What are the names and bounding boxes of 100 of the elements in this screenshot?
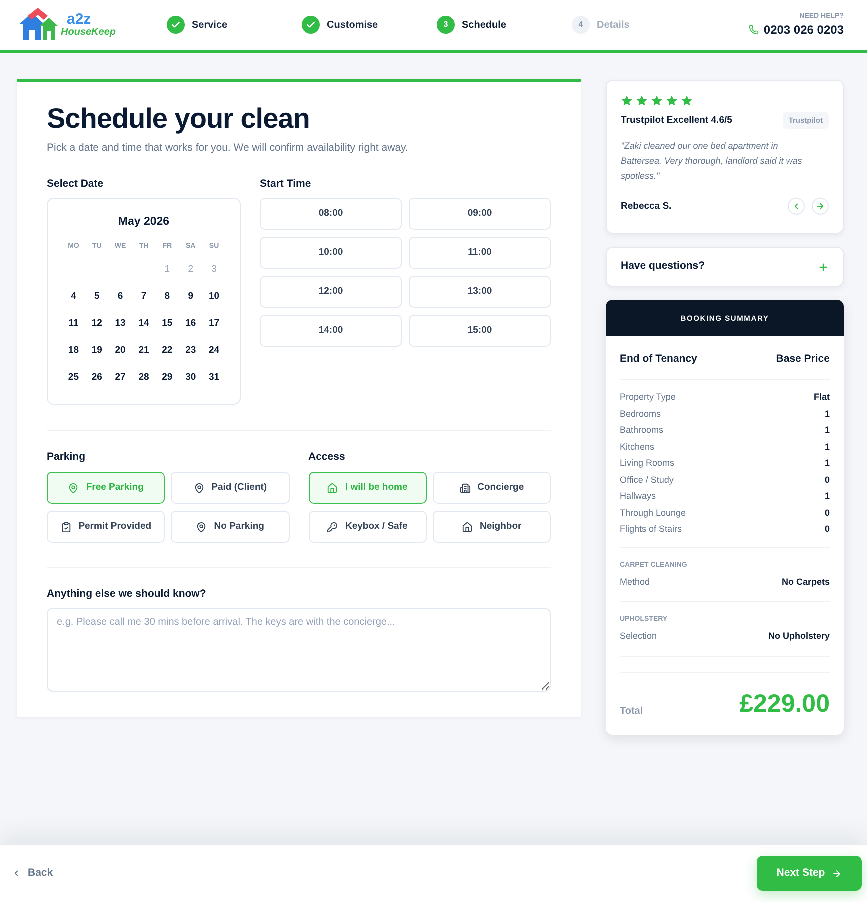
- time-slot-button[interactable]: 10:00: [260, 237, 402, 269]
- calendar-day[interactable]: 5: [94, 290, 100, 305]
- calendar-day[interactable]: 18: [68, 344, 79, 359]
- summary-label: Flights of Stairs: [620, 523, 682, 536]
- calendar-day[interactable]: 4: [71, 290, 76, 305]
- phone-number[interactable]: 0203 026 0203: [764, 22, 844, 38]
- previous-button[interactable]: [788, 198, 805, 216]
- summary-label: Kitchens: [620, 440, 655, 454]
- step-label: Details: [597, 18, 630, 32]
- option-button[interactable]: Paid (Client): [171, 472, 290, 504]
- summary-value: 1: [824, 490, 830, 504]
- phone-icon: [748, 25, 759, 35]
- section-label: Parking: [47, 450, 87, 464]
- summary-value: Flat: [814, 391, 830, 404]
- service-name: End of Tenancy: [620, 352, 698, 368]
- next-review-button[interactable]: [812, 198, 829, 216]
- calendar-day[interactable]: 22: [162, 344, 173, 359]
- star-icon: [621, 95, 633, 107]
- map-pin-icon: [68, 482, 80, 494]
- key-icon: [327, 522, 338, 532]
- page-subtitle: Pick a date and time that works for you. We will confirm availability right away.: [47, 141, 410, 155]
- back-button[interactable]: Back: [10, 862, 56, 886]
- section-label: Select Date: [47, 177, 105, 191]
- section-label: Access: [308, 450, 346, 464]
- map-pin-icon: [196, 522, 208, 532]
- calendar-day[interactable]: 13: [115, 317, 126, 332]
- summary-label: Through Lounge: [620, 506, 686, 520]
- arrow-right-icon: [832, 868, 842, 878]
- clipboard-check-icon: [60, 522, 72, 532]
- map-pin-icon: [194, 482, 205, 494]
- summary-label: Bathrooms: [620, 424, 664, 438]
- time-slot-button[interactable]: 13:00: [409, 276, 551, 308]
- calendar-day[interactable]: 25: [68, 371, 79, 386]
- calendar-day[interactable]: 8: [164, 290, 170, 305]
- calendar-day[interactable]: 30: [186, 371, 196, 386]
- calendar-day[interactable]: 21: [138, 344, 150, 359]
- notes-field[interactable]: e.g. Please call me 30 mins before arrival. The keys are with the concierge...: [47, 608, 551, 692]
- option-button[interactable]: Concierge: [432, 472, 551, 504]
- time-slot-button[interactable]: 12:00: [260, 276, 402, 308]
- summary-value: No Carpets: [782, 576, 830, 589]
- chevron-left-icon: [792, 202, 801, 212]
- calendar-day[interactable]: 11: [68, 317, 79, 332]
- calendar-day[interactable]: 10: [208, 290, 220, 305]
- summary-value: 0: [824, 474, 830, 487]
- summary-label: Bedrooms: [620, 408, 662, 421]
- calendar-day[interactable]: 15: [162, 317, 173, 332]
- review-author: Rebecca S.: [621, 200, 672, 214]
- option-button[interactable]: No Parking: [171, 511, 290, 543]
- step-number: 3: [437, 16, 455, 34]
- calendar-day[interactable]: 12: [92, 317, 102, 332]
- price-label: Base Price: [776, 352, 830, 368]
- page-title: Schedule your clean: [47, 102, 311, 136]
- summary-value: 1: [824, 457, 830, 470]
- summary-label: Hallways: [620, 490, 656, 504]
- calendar-day[interactable]: 23: [186, 344, 196, 359]
- time-slot-button[interactable]: 15:00: [409, 315, 551, 347]
- time-slot-button[interactable]: 09:00: [409, 198, 551, 230]
- total-amount: £229.00: [740, 688, 830, 719]
- time-slot-button[interactable]: 14:00: [260, 315, 402, 347]
- calendar-day[interactable]: 26: [92, 371, 102, 386]
- summary-label: Selection: [620, 630, 658, 644]
- faq-toggle[interactable]: Have questions?: [606, 247, 844, 288]
- review-quote: "Zaki cleaned our one bed apartment in Battersea. Very thorough, landlord said it was spotless.": [621, 140, 804, 184]
- summary-label: Living Rooms: [620, 457, 675, 470]
- logo-name: HouseKeep: [61, 26, 116, 38]
- house-icon: [462, 522, 474, 532]
- house-icon: [327, 482, 338, 494]
- calendar-day[interactable]: 28: [138, 371, 150, 386]
- calendar-day[interactable]: 7: [141, 290, 147, 305]
- section-label: Start Time: [260, 177, 312, 191]
- summary-label: Method: [620, 576, 650, 589]
- calendar-day[interactable]: 19: [92, 344, 102, 359]
- star-icon: [666, 95, 678, 107]
- section-label: Anything else we should know?: [47, 587, 208, 601]
- calendar-day[interactable]: 9: [188, 290, 194, 305]
- arrow-right-icon: [816, 202, 825, 212]
- calendar-day[interactable]: 16: [186, 317, 196, 332]
- star-icon: [681, 95, 693, 107]
- option-button[interactable]: Permit Provided: [47, 511, 166, 543]
- calendar-day[interactable]: 31: [208, 371, 220, 386]
- total-label: Total: [620, 704, 644, 719]
- calendar-day[interactable]: 6: [118, 290, 124, 305]
- summary-value: 0: [824, 523, 830, 536]
- calendar-day[interactable]: 27: [115, 371, 126, 386]
- time-slot-button[interactable]: 08:00: [260, 198, 402, 230]
- summary-value: 0: [824, 506, 830, 520]
- calendar-day[interactable]: 24: [208, 344, 220, 359]
- calendar-day[interactable]: 29: [162, 371, 173, 386]
- time-slot-button[interactable]: 11:00: [409, 237, 551, 269]
- star-icon: [651, 95, 663, 107]
- calendar-month: May 2026: [117, 215, 171, 230]
- building-icon: [460, 482, 471, 494]
- calendar-day[interactable]: 17: [208, 317, 220, 332]
- step-label: Customise: [327, 18, 378, 32]
- calendar-day[interactable]: 14: [138, 317, 150, 332]
- option-button[interactable]: Neighbor: [432, 511, 551, 543]
- house-logo-icon: [18, 8, 58, 42]
- calendar-day[interactable]: 20: [115, 344, 126, 359]
- option-button[interactable]: Keybox / Safe: [308, 511, 427, 543]
- step-label: Schedule: [462, 18, 506, 32]
